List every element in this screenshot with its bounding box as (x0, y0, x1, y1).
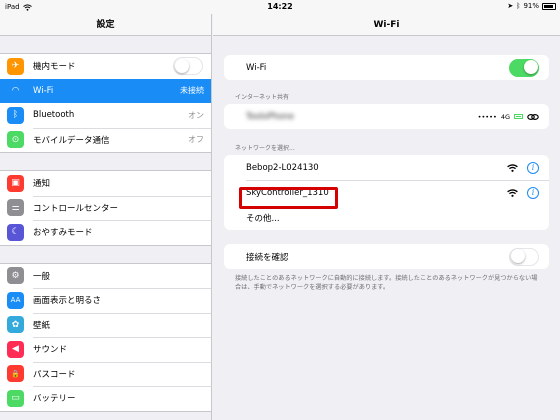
network-row[interactable]: Bebop2-L024130 i (224, 155, 549, 180)
wifi-toggle-row[interactable]: Wi-Fi (224, 55, 549, 80)
display-icon: AA (7, 291, 24, 309)
battery-icon: ▭ (7, 389, 24, 407)
wifi-signal-icon (507, 188, 518, 197)
other-network-label: その他... (246, 213, 280, 224)
sidebar-item-label: Wi-Fi (33, 85, 54, 96)
sidebar-item[interactable]: ✈ 機内モード (0, 54, 211, 79)
bluetooth-status-icon: ᛒ (516, 2, 521, 10)
sidebar-item-value: オフ (188, 135, 204, 145)
sidebar-item-label: パスコード (33, 369, 76, 380)
sidebar-item[interactable]: ⊙ モバイルデータ通信 オフ (0, 127, 211, 153)
settings-group: ⚙ 一般 AA 画面表示と明るさ ✿ 壁紙 ◀ サウンド 🔒 パスコード ▭ バッテリー (0, 262, 211, 412)
wifi-detail-pane: Wi-Fi Wi-Fi インターネット共有 TooloPhone ••••• 4… (213, 14, 560, 420)
info-icon[interactable]: i (527, 161, 539, 174)
ask-join-label: 接続を確認 (246, 252, 289, 263)
hotspot-header: インターネット共有 (235, 94, 290, 101)
sidebar-item-label: モバイルデータ通信 (33, 135, 110, 146)
settings-group: ✈ 機内モード ◠ Wi-Fi 未接続 ᛒ Bluetooth オン ⊙ モバイルデータ通信 オフ (0, 53, 211, 153)
hotspot-battery-icon (514, 114, 523, 119)
gear-icon: ⚙ (7, 267, 24, 285)
network-row[interactable]: SkyController_1310 i (224, 180, 549, 205)
ask-join-row[interactable]: 接続を確認 (224, 244, 549, 269)
sidebar-item-value: 未接続 (180, 86, 204, 96)
wifi-label: Wi-Fi (246, 62, 267, 73)
airplane-icon: ✈ (7, 57, 24, 75)
networks-group: Bebop2-L024130 i SkyController_1310 i その他..… (224, 155, 549, 230)
sidebar-item-label: コントロールセンター (33, 203, 119, 214)
sidebar-item-label: 画面表示と明るさ (33, 296, 102, 307)
hotspot-name: TooloPhone (246, 111, 295, 122)
sidebar-item[interactable]: AA 画面表示と明るさ (0, 288, 211, 313)
network-name: SkyController_1310 (246, 187, 329, 198)
hotspot-network-type: 4G (500, 112, 510, 121)
sidebar-item[interactable]: ☾ おやすみモード (0, 220, 211, 245)
wifi-toggle[interactable] (509, 58, 539, 77)
sidebar-item[interactable]: ⚙ 一般 (0, 264, 211, 289)
ask-join-group: 接続を確認 (224, 244, 549, 269)
battery-percent: 91% (523, 2, 539, 10)
hotspot-group: TooloPhone ••••• 4G (224, 104, 549, 129)
sidebar-item[interactable]: ◠ Wi-Fi 未接続 (0, 78, 211, 103)
sidebar-item[interactable]: ◀ サウンド (0, 337, 211, 362)
network-list: Bebop2-L024130 i SkyController_1310 i (224, 155, 549, 205)
notifications-icon: ▣ (7, 174, 24, 192)
sidebar-item-label: 一般 (33, 271, 51, 282)
status-time: 14:22 (267, 2, 293, 11)
ask-join-toggle[interactable] (509, 247, 539, 266)
lock-icon: 🔒 (7, 365, 24, 383)
sidebar-item[interactable]: ⚌ コントロールセンター (0, 195, 211, 221)
sidebar-item[interactable]: ᛒ Bluetooth オン (0, 103, 211, 128)
sidebar-item[interactable]: ✿ 壁紙 (0, 312, 211, 338)
bluetooth-icon: ᛒ (7, 106, 24, 124)
sidebar-item-label: サウンド (33, 345, 68, 356)
location-icon: ➤ (507, 2, 514, 10)
settings-sidebar: 設定 ✈ 機内モード ◠ Wi-Fi 未接続 ᛒ Bluetooth オン ⊙ モバイルデータ通信… (0, 14, 212, 420)
networks-header: ネットワークを選択... (235, 145, 295, 152)
cellular-icon: ⊙ (7, 131, 24, 149)
settings-group: ▣ 通知 ⚌ コントロールセンター ☾ おやすみモード (0, 170, 211, 246)
info-icon[interactable]: i (527, 186, 539, 199)
sidebar-title: 設定 (0, 14, 211, 36)
battery-fill (544, 4, 554, 8)
personal-hotspot-icon (527, 113, 539, 120)
sidebar-item[interactable]: ▭ バッテリー (0, 386, 211, 411)
sidebar-item-label: おやすみモード (33, 228, 93, 239)
wifi-toggle-group: Wi-Fi (224, 55, 549, 80)
sidebar-item-label: Bluetooth (33, 110, 75, 121)
ask-join-footer: 接続したことのあるネットワークに自動的に接続します。接続したことのあるネットワー… (235, 275, 538, 291)
status-bar: iPad 14:22 ➤ ᛒ 91% (0, 0, 560, 14)
airplane-mode-toggle[interactable] (173, 57, 203, 76)
sidebar-item-label: 機内モード (33, 62, 76, 73)
sidebar-item-value: オン (188, 110, 204, 120)
sound-icon: ◀ (7, 340, 24, 358)
wifi-icon: ◠ (7, 82, 24, 100)
sidebar-item[interactable]: 🔒 パスコード (0, 361, 211, 387)
wifi-signal-icon (507, 163, 518, 172)
moon-icon: ☾ (7, 223, 24, 241)
hotspot-row[interactable]: TooloPhone ••••• 4G (224, 104, 549, 129)
wallpaper-icon: ✿ (7, 316, 24, 334)
network-name: Bebop2-L024130 (246, 162, 319, 173)
control-center-icon: ⚌ (7, 199, 24, 217)
detail-title: Wi-Fi (213, 14, 560, 36)
sidebar-item-label: 通知 (33, 179, 51, 190)
other-network-row[interactable]: その他... (224, 205, 549, 230)
settings-groups: ✈ 機内モード ◠ Wi-Fi 未接続 ᛒ Bluetooth オン ⊙ モバイルデータ通信 オフ ▣… (0, 53, 211, 412)
sidebar-item[interactable]: ▣ 通知 (0, 171, 211, 196)
battery-icon (542, 2, 556, 10)
sidebar-item-label: バッテリー (33, 394, 76, 405)
sidebar-item-label: 壁紙 (33, 320, 51, 331)
hotspot-signal: ••••• (477, 112, 497, 121)
